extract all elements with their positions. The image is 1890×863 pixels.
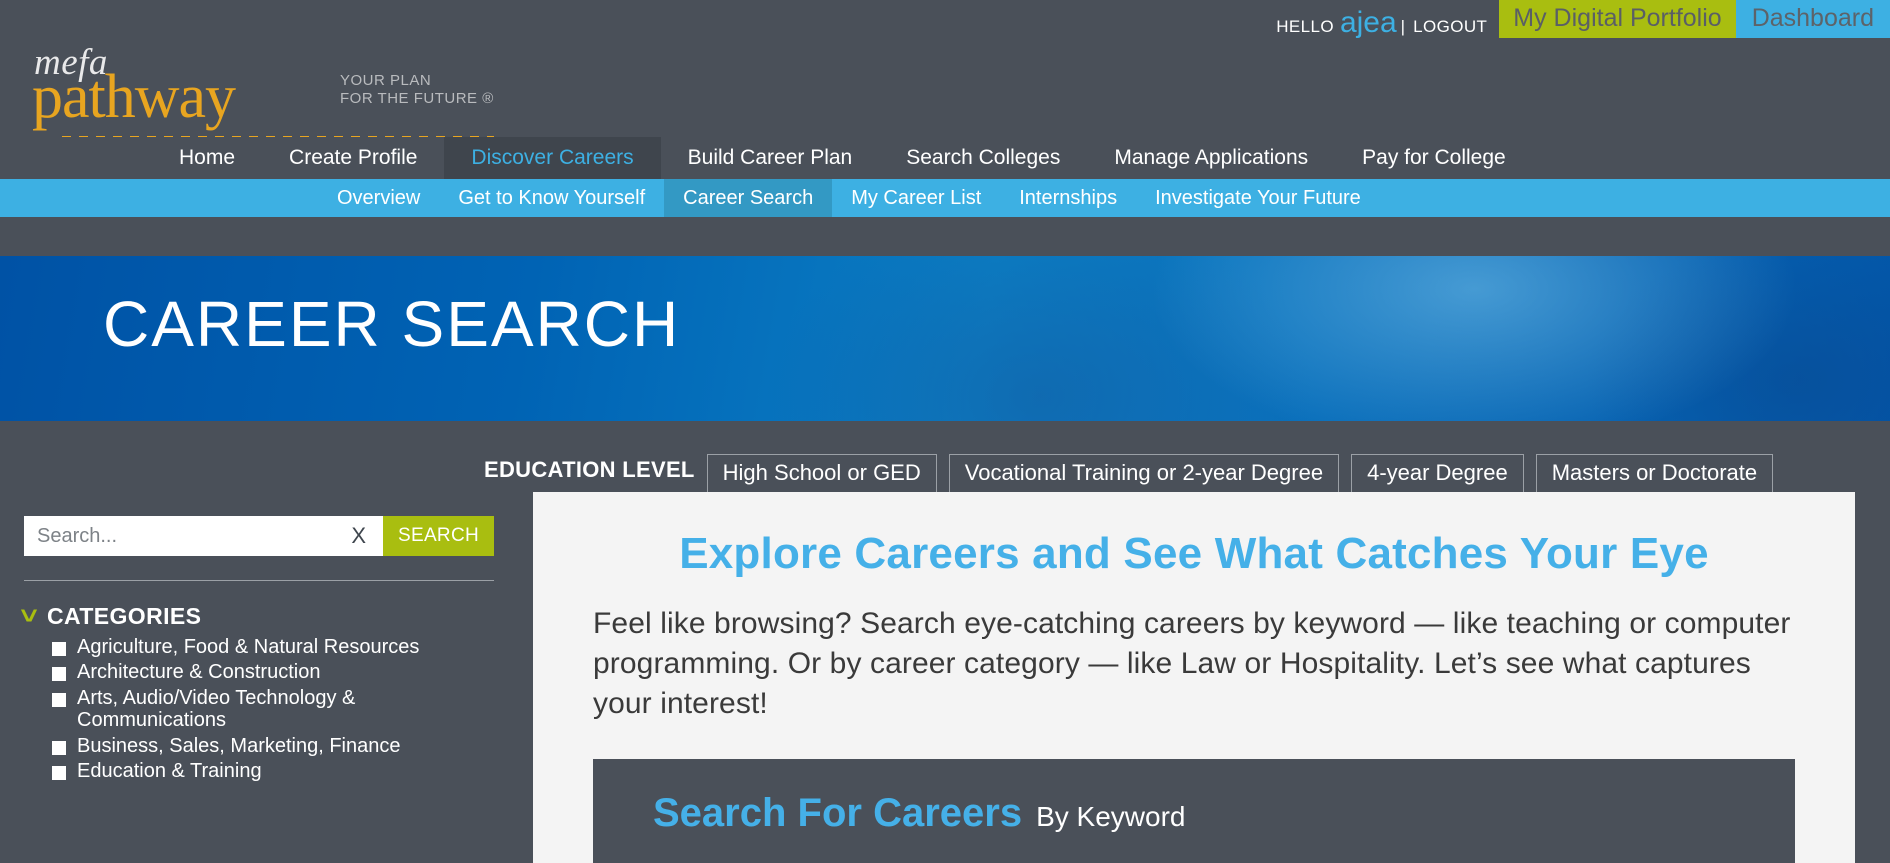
checkbox-icon[interactable] — [52, 642, 66, 656]
category-label: Education & Training — [77, 759, 262, 782]
content-heading: Explore Careers and See What Catches You… — [679, 529, 1709, 578]
subnav-item-investigate-your-future[interactable]: Investigate Your Future — [1136, 179, 1380, 217]
checkbox-icon[interactable] — [52, 667, 66, 682]
category-item-arts-av-technology[interactable]: Arts, Audio/Video Technology & Communica… — [52, 687, 533, 732]
search-input[interactable] — [37, 524, 348, 548]
nav-item-create-profile[interactable]: Create Profile — [262, 137, 444, 179]
chevron-down-icon: ˅ — [20, 602, 38, 630]
category-label: Architecture & Construction — [77, 661, 321, 684]
user-greeting: HELLO ajea | LOGOUT — [1276, 0, 1499, 38]
nav-item-search-colleges[interactable]: Search Colleges — [879, 137, 1087, 179]
greeting-separator: | — [1400, 17, 1406, 36]
sidebar-divider — [24, 580, 494, 581]
category-label: Arts, Audio/Video Technology & Communica… — [77, 686, 356, 732]
logout-link[interactable]: LOGOUT — [1413, 17, 1487, 37]
my-digital-portfolio-button[interactable]: My Digital Portfolio — [1499, 0, 1736, 38]
subnav-item-get-to-know-yourself[interactable]: Get to Know Yourself — [439, 179, 664, 217]
main-content-panel: Explore Careers and See What Catches You… — [533, 492, 1855, 863]
nav-item-manage-applications[interactable]: Manage Applications — [1087, 137, 1335, 179]
category-item-architecture[interactable]: Architecture & Construction — [52, 661, 533, 683]
dashboard-button[interactable]: Dashboard — [1735, 0, 1890, 38]
logo-tagline-line1: YOUR PLAN — [340, 72, 432, 89]
nav-item-build-career-plan[interactable]: Build Career Plan — [661, 137, 880, 179]
utility-bar: HELLO ajea | LOGOUT My Digital Portfolio… — [0, 0, 1890, 47]
nav-item-pay-for-college[interactable]: Pay for College — [1335, 137, 1533, 179]
education-tab-4-year-degree[interactable]: 4-year Degree — [1351, 454, 1524, 492]
checkbox-icon[interactable] — [52, 765, 66, 780]
subnav-item-career-search[interactable]: Career Search — [664, 179, 833, 217]
category-label: Business, Sales, Marketing, Finance — [77, 734, 401, 757]
sub-navigation: Overview Get to Know Yourself Career Sea… — [0, 179, 1890, 217]
category-list: Agriculture, Food & Natural Resources Ar… — [52, 636, 533, 782]
hello-label: HELLO — [1276, 17, 1334, 36]
keyword-panel-heading-main: Search For Careers — [653, 791, 1023, 836]
page-title: CAREER SEARCH — [103, 288, 681, 360]
search-row: X SEARCH — [24, 516, 494, 556]
checkbox-icon[interactable] — [52, 740, 66, 755]
main-navigation: Home Create Profile Discover Careers Bui… — [0, 137, 1890, 179]
logo-tagline: YOUR PLAN FOR THE FUTURE ® — [340, 72, 494, 107]
subnav-item-overview[interactable]: Overview — [318, 179, 439, 217]
search-for-careers-panel: Search For Careers By Keyword — [593, 759, 1795, 863]
category-label: Agriculture, Food & Natural Resources — [77, 636, 420, 658]
hero-banner: CAREER SEARCH — [0, 256, 1890, 421]
filter-sidebar: X SEARCH ˅ CATEGORIES Agriculture, Food … — [0, 492, 533, 863]
checkbox-icon[interactable] — [52, 692, 66, 707]
utility-bar-right: HELLO ajea | LOGOUT My Digital Portfolio… — [1276, 0, 1890, 47]
clear-search-icon[interactable]: X — [347, 525, 372, 547]
search-field-wrapper: X — [24, 516, 384, 556]
category-item-business-sales-marketing-finance[interactable]: Business, Sales, Marketing, Finance — [52, 735, 533, 757]
content-paragraph: Feel like browsing? Search eye-catching … — [593, 607, 1791, 720]
nav-item-home[interactable]: Home — [152, 137, 262, 179]
education-tab-masters-or-doctorate[interactable]: Masters or Doctorate — [1535, 454, 1774, 492]
category-item-agriculture[interactable]: Agriculture, Food & Natural Resources — [52, 636, 533, 658]
subnav-item-my-career-list[interactable]: My Career List — [832, 179, 1000, 217]
category-item-education-training[interactable]: Education & Training — [52, 760, 533, 782]
nav-item-discover-careers[interactable]: Discover Careers — [444, 137, 661, 179]
logo-tagline-line2: FOR THE FUTURE ® — [340, 89, 494, 107]
keyword-panel-heading-sub: By Keyword — [1036, 801, 1186, 833]
username-label: ajea — [1339, 6, 1397, 39]
search-button[interactable]: SEARCH — [383, 516, 494, 556]
categories-toggle[interactable]: ˅ CATEGORIES — [20, 602, 533, 630]
subnav-item-internships[interactable]: Internships — [1000, 179, 1136, 217]
keyword-panel-heading: Search For Careers By Keyword — [653, 793, 1795, 833]
education-tab-vocational-training-or-2-year-degree[interactable]: Vocational Training or 2-year Degree — [948, 454, 1340, 492]
education-level-bar: EDUCATION LEVEL High School or GED Vocat… — [0, 421, 1890, 492]
education-tab-high-school-or-ged[interactable]: High School or GED — [706, 454, 937, 492]
education-level-label: EDUCATION LEVEL — [484, 457, 695, 482]
categories-title: CATEGORIES — [47, 603, 202, 629]
logo-pathway-text: pathway — [32, 63, 236, 131]
education-level-tabs: EDUCATION LEVEL High School or GED Vocat… — [484, 454, 1785, 492]
site-logo[interactable]: mefa pathway YOUR PLAN FOR THE FUTURE ® — [32, 44, 502, 138]
